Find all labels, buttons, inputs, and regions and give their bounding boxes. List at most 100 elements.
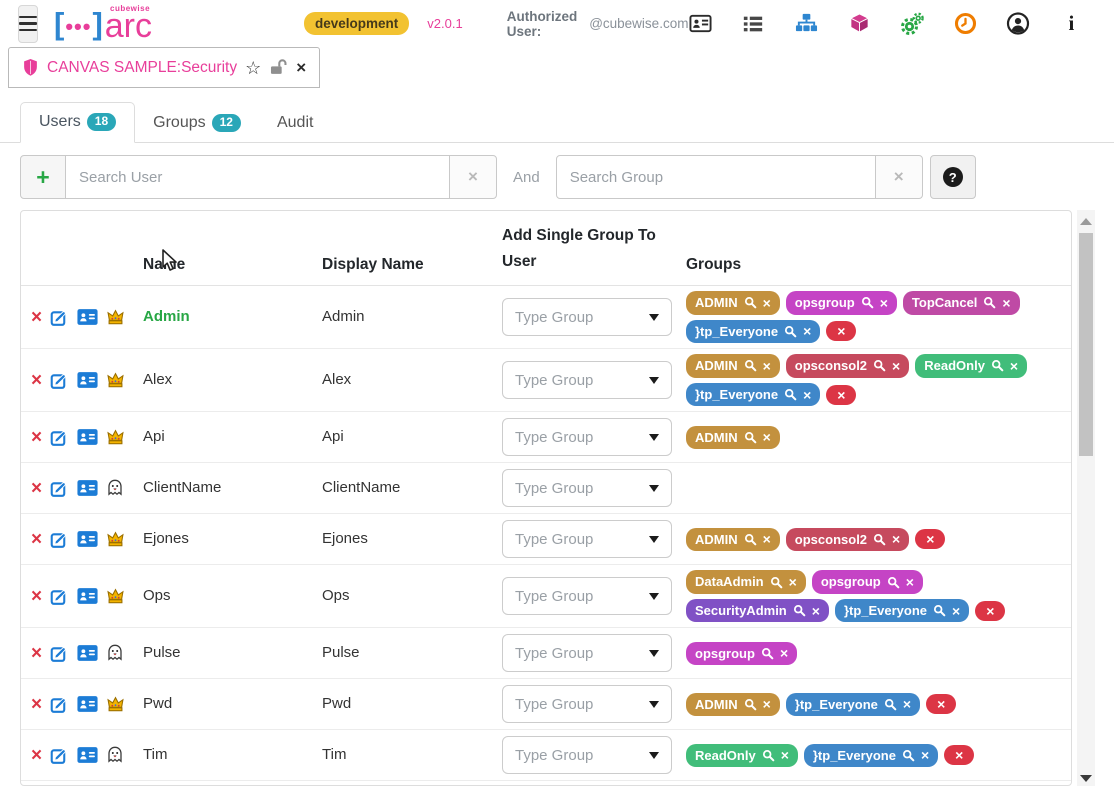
- type-group-dropdown[interactable]: Type Group: [502, 520, 672, 558]
- delete-user-icon[interactable]: ×: [31, 371, 42, 390]
- remove-group-icon[interactable]: ×: [880, 296, 888, 310]
- hamburger-menu-button[interactable]: [18, 5, 38, 43]
- type-group-dropdown[interactable]: Type Group: [502, 685, 672, 723]
- remove-all-groups-button[interactable]: ×: [944, 745, 974, 765]
- scroll-up-arrow[interactable]: [1080, 218, 1092, 225]
- list-icon[interactable]: [741, 12, 765, 36]
- remove-group-icon[interactable]: ×: [892, 359, 900, 373]
- delete-user-icon[interactable]: ×: [31, 746, 42, 765]
- remove-group-icon[interactable]: ×: [803, 388, 811, 402]
- user-card-icon[interactable]: [77, 644, 98, 662]
- remove-group-icon[interactable]: ×: [763, 430, 771, 444]
- type-group-dropdown[interactable]: Type Group: [502, 361, 672, 399]
- gears-icon[interactable]: [900, 12, 924, 36]
- edit-user-icon[interactable]: [50, 308, 69, 327]
- delete-user-icon[interactable]: ×: [31, 428, 42, 447]
- magnifier-icon[interactable]: [784, 325, 797, 338]
- magnifier-icon[interactable]: [744, 296, 757, 309]
- remove-all-groups-button[interactable]: ×: [826, 321, 856, 341]
- remove-all-groups-button[interactable]: ×: [826, 385, 856, 405]
- delete-user-icon[interactable]: ×: [31, 308, 42, 327]
- remove-all-groups-button[interactable]: ×: [915, 529, 945, 549]
- clear-user-search-button[interactable]: ×: [449, 155, 497, 199]
- delete-user-icon[interactable]: ×: [31, 530, 42, 549]
- type-group-dropdown[interactable]: Type Group: [502, 577, 672, 615]
- scroll-down-arrow[interactable]: [1080, 775, 1092, 782]
- type-group-dropdown[interactable]: Type Group: [502, 736, 672, 774]
- remove-group-icon[interactable]: ×: [780, 646, 788, 660]
- magnifier-icon[interactable]: [933, 604, 946, 617]
- remove-group-icon[interactable]: ×: [781, 748, 789, 762]
- column-header-display-name[interactable]: Display Name: [322, 256, 502, 274]
- user-card-icon[interactable]: [77, 530, 98, 548]
- magnifier-icon[interactable]: [744, 359, 757, 372]
- remove-group-icon[interactable]: ×: [763, 359, 771, 373]
- search-user-input[interactable]: [65, 155, 450, 199]
- type-group-dropdown[interactable]: Type Group: [502, 298, 672, 336]
- remove-group-icon[interactable]: ×: [763, 532, 771, 546]
- magnifier-icon[interactable]: [983, 296, 996, 309]
- clear-group-search-button[interactable]: ×: [875, 155, 923, 199]
- unlock-icon[interactable]: [269, 58, 288, 77]
- search-group-input[interactable]: [556, 155, 876, 199]
- remove-all-groups-button[interactable]: ×: [926, 694, 956, 714]
- close-tab-icon[interactable]: ×: [296, 59, 306, 76]
- edit-user-icon[interactable]: [50, 644, 69, 663]
- magnifier-icon[interactable]: [902, 749, 915, 762]
- user-card-icon[interactable]: [77, 746, 98, 764]
- magnifier-icon[interactable]: [744, 533, 757, 546]
- favorite-star-icon[interactable]: ☆: [245, 59, 261, 77]
- remove-group-icon[interactable]: ×: [763, 296, 771, 310]
- magnifier-icon[interactable]: [991, 359, 1004, 372]
- tab-groups[interactable]: Groups 12: [135, 104, 259, 143]
- remove-group-icon[interactable]: ×: [892, 532, 900, 546]
- edit-user-icon[interactable]: [50, 746, 69, 765]
- delete-user-icon[interactable]: ×: [31, 695, 42, 714]
- sitemap-icon[interactable]: [794, 12, 818, 36]
- tab-users[interactable]: Users 18: [20, 102, 135, 143]
- remove-group-icon[interactable]: ×: [921, 748, 929, 762]
- remove-group-icon[interactable]: ×: [812, 604, 820, 618]
- edit-user-icon[interactable]: [50, 587, 69, 606]
- info-icon[interactable]: i: [1059, 12, 1083, 36]
- user-card-icon[interactable]: [77, 371, 98, 389]
- help-button[interactable]: ?: [930, 155, 976, 199]
- remove-group-icon[interactable]: ×: [1010, 359, 1018, 373]
- magnifier-icon[interactable]: [744, 431, 757, 444]
- address-card-icon[interactable]: [688, 12, 712, 36]
- magnifier-icon[interactable]: [861, 296, 874, 309]
- magnifier-icon[interactable]: [761, 647, 774, 660]
- user-card-icon[interactable]: [77, 428, 98, 446]
- type-group-dropdown[interactable]: Type Group: [502, 634, 672, 672]
- user-card-icon[interactable]: [77, 695, 98, 713]
- magnifier-icon[interactable]: [873, 359, 886, 372]
- remove-group-icon[interactable]: ×: [903, 697, 911, 711]
- cube-icon[interactable]: [847, 12, 871, 36]
- remove-all-groups-button[interactable]: ×: [975, 601, 1005, 621]
- delete-user-icon[interactable]: ×: [31, 644, 42, 663]
- remove-group-icon[interactable]: ×: [803, 324, 811, 338]
- magnifier-icon[interactable]: [873, 533, 886, 546]
- edit-user-icon[interactable]: [50, 479, 69, 498]
- magnifier-icon[interactable]: [793, 604, 806, 617]
- delete-user-icon[interactable]: ×: [31, 587, 42, 606]
- user-card-icon[interactable]: [77, 479, 98, 497]
- magnifier-icon[interactable]: [744, 698, 757, 711]
- add-user-button[interactable]: +: [20, 155, 66, 199]
- user-card-icon[interactable]: [77, 587, 98, 605]
- edit-user-icon[interactable]: [50, 428, 69, 447]
- edit-user-icon[interactable]: [50, 530, 69, 549]
- scrollbar-thumb[interactable]: [1079, 233, 1093, 456]
- type-group-dropdown[interactable]: Type Group: [502, 418, 672, 456]
- document-tab-security[interactable]: CANVAS SAMPLE:Security ☆ ×: [8, 47, 320, 88]
- remove-group-icon[interactable]: ×: [763, 697, 771, 711]
- type-group-dropdown[interactable]: Type Group: [502, 469, 672, 507]
- magnifier-icon[interactable]: [884, 698, 897, 711]
- magnifier-icon[interactable]: [762, 749, 775, 762]
- edit-user-icon[interactable]: [50, 371, 69, 390]
- remove-group-icon[interactable]: ×: [1002, 296, 1010, 310]
- user-card-icon[interactable]: [77, 308, 98, 326]
- remove-group-icon[interactable]: ×: [952, 604, 960, 618]
- remove-group-icon[interactable]: ×: [789, 575, 797, 589]
- magnifier-icon[interactable]: [784, 388, 797, 401]
